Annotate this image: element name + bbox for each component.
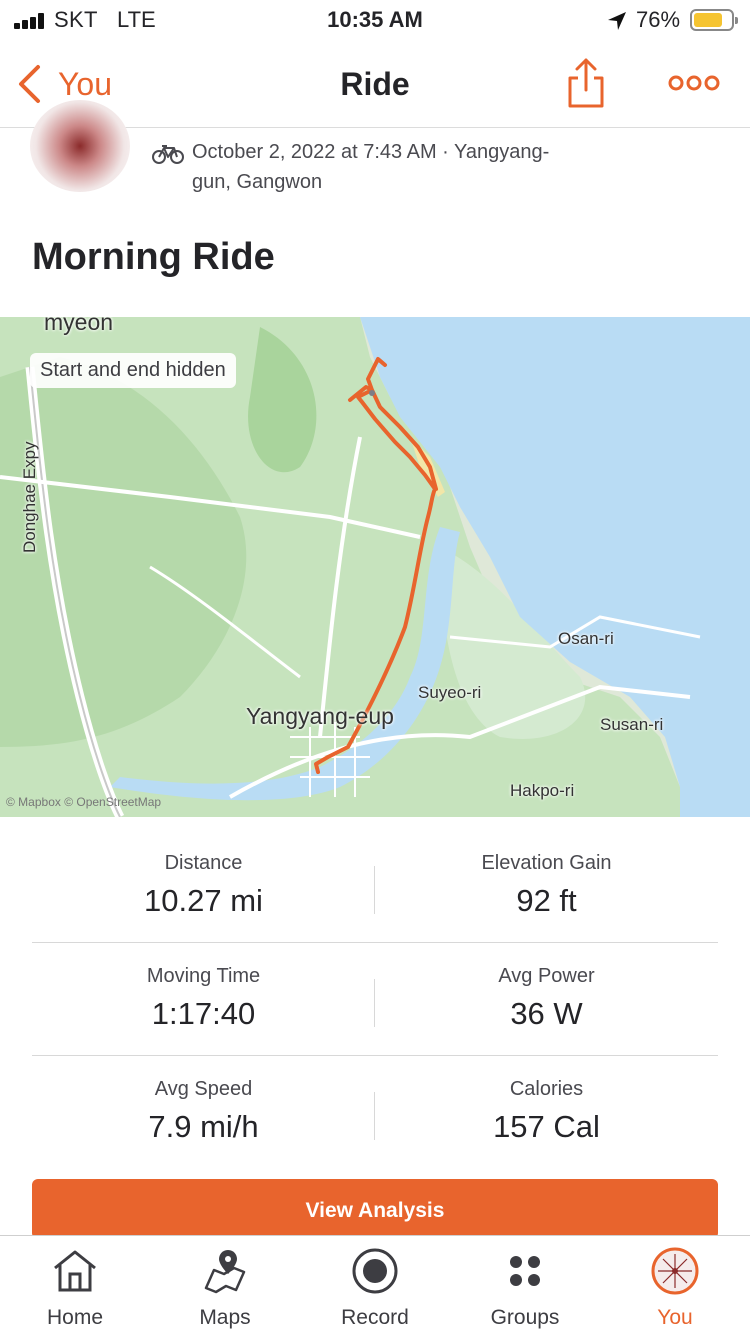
maps-icon [204,1250,246,1294]
activity-title: Morning Ride [32,236,275,278]
stat-label: Avg Power [498,965,595,987]
activity-date-location: October 2, 2022 at 7:43 AM · Yangyang- [192,141,550,163]
tab-you[interactable]: You [600,1236,750,1334]
stat-label: Distance [164,852,243,874]
more-icon[interactable] [668,70,720,96]
status-bar: SKT LTE 10:35 AM 76% [0,0,750,40]
battery-percent: 76% [636,7,681,32]
map-label-donghae: Donghae Expy [20,441,39,553]
stat-label: Moving Time [146,965,261,987]
stat-label: Elevation Gain [481,852,612,874]
tab-label: Groups [490,1306,560,1329]
stats-row: Avg Speed 7.9 mi/h Calories 157 Cal [32,1056,718,1169]
stat-distance: Distance 10.27 mi [32,830,375,919]
avatar[interactable] [30,100,130,192]
activity-map[interactable]: myeon Start and end hidden Donghae Expy … [0,317,750,817]
privacy-badge: Start and end hidden [30,353,236,388]
map-label-osan: Osan-ri [558,629,614,648]
tab-home[interactable]: Home [0,1236,150,1334]
tab-label: Record [341,1306,409,1329]
tab-label: Home [46,1306,104,1329]
stat-value: 157 Cal [493,1109,600,1144]
stats-row: Moving Time 1:17:40 Avg Power 36 W [32,943,718,1056]
tab-groups[interactable]: Groups [450,1236,600,1334]
stat-value: 10.27 mi [144,883,263,918]
share-icon[interactable] [566,56,606,110]
map-label-susan: Susan-ri [600,715,664,734]
stat-avg-speed: Avg Speed 7.9 mi/h [32,1056,375,1145]
bike-icon [152,145,184,164]
map-label-myeon: myeon [44,317,114,335]
profile-avatar-icon [651,1247,699,1295]
tab-label: Maps [199,1306,251,1329]
groups-icon [510,1256,540,1286]
record-icon [352,1248,398,1294]
tab-record[interactable]: Record [300,1236,450,1334]
stats-grid: Distance 10.27 mi Elevation Gain 92 ft M… [32,830,718,1169]
stat-value: 36 W [510,996,583,1031]
battery-icon [690,9,738,31]
map-label-yangyang: Yangyang-eup [246,703,394,729]
view-analysis-button[interactable]: View Analysis [32,1179,718,1239]
tab-bar: Home Maps Record Groups You [0,1235,750,1334]
map-label-suyeo: Suyeo-ri [418,683,482,702]
stat-elevation: Elevation Gain 92 ft [375,830,718,919]
stat-value: 7.9 mi/h [148,1109,259,1144]
map-canvas [0,317,750,817]
map-label-hakpo: Hakpo-ri [510,781,575,800]
location-arrow-icon [608,12,626,30]
tab-label: You [657,1306,693,1329]
stat-label: Calories [509,1078,584,1100]
stat-avg-power: Avg Power 36 W [375,943,718,1032]
tab-maps[interactable]: Maps [150,1236,300,1334]
stat-moving-time: Moving Time 1:17:40 [32,943,375,1032]
stat-label: Avg Speed [154,1078,253,1100]
stats-row: Distance 10.27 mi Elevation Gain 92 ft [32,830,718,943]
activity-location-cont: gun, Gangwon [192,171,323,193]
home-icon [54,1250,96,1292]
map-attribution[interactable]: © Mapbox © OpenStreetMap [6,795,161,809]
stat-value: 92 ft [516,883,577,918]
stat-value: 1:17:40 [151,996,256,1031]
stat-calories: Calories 157 Cal [375,1056,718,1145]
page-title: Ride [340,66,410,102]
